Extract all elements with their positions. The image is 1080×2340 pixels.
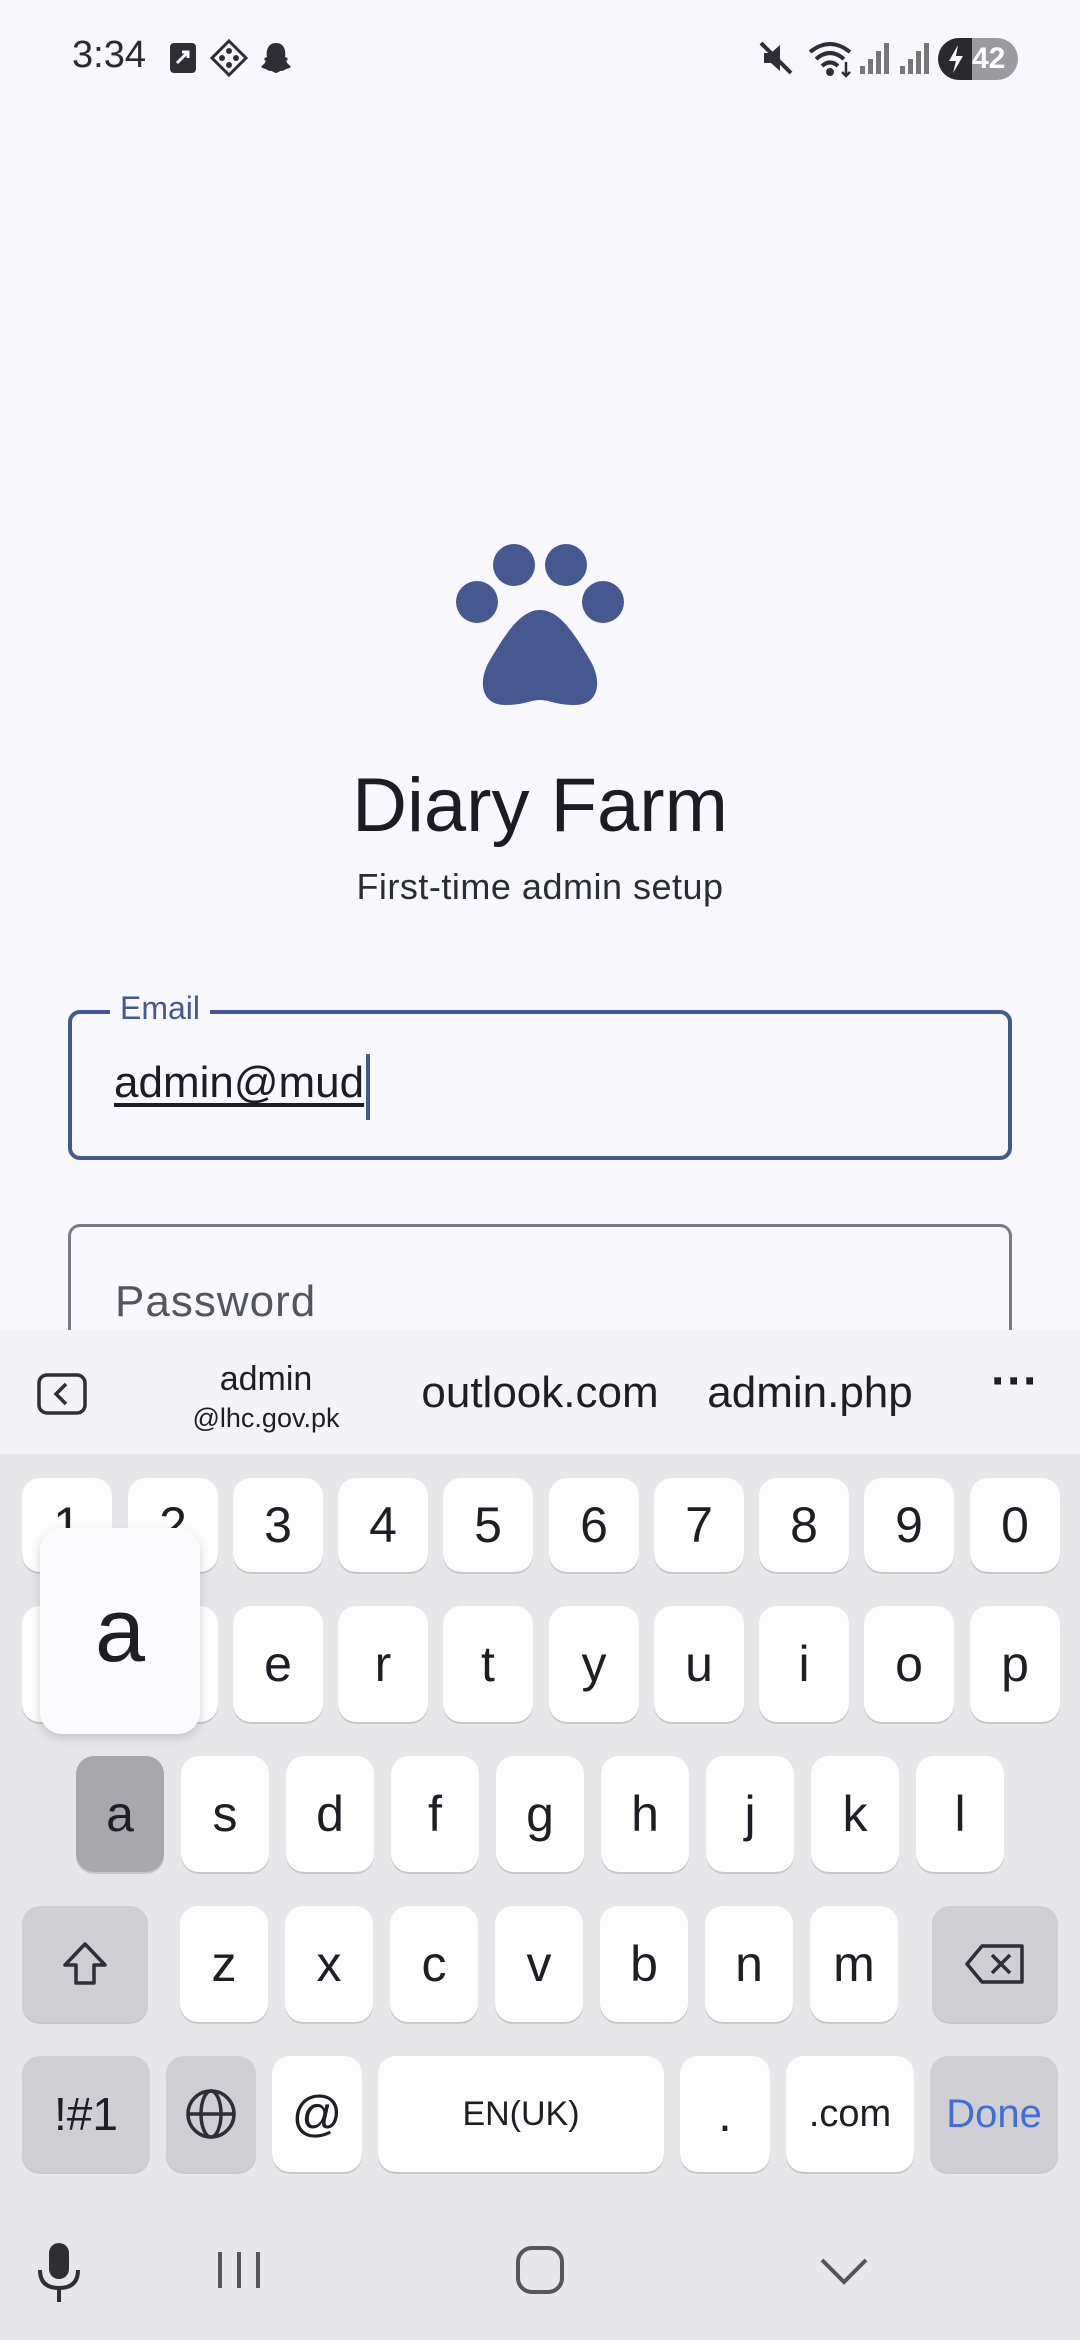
key-c[interactable]: c: [390, 1906, 478, 2022]
wifi-icon: [806, 38, 854, 78]
password-placeholder: Password: [115, 1277, 317, 1326]
key-k[interactable]: k: [811, 1756, 899, 1872]
at-key[interactable]: @: [272, 2056, 362, 2172]
key-m[interactable]: m: [810, 1906, 898, 2022]
status-bar: 3:34 42: [0, 0, 1080, 120]
key-7[interactable]: 7: [654, 1478, 744, 1572]
shift-key[interactable]: [22, 1906, 148, 2022]
shift-icon: [63, 1942, 107, 1985]
key-z[interactable]: z: [180, 1906, 268, 2022]
suggestion-bar: admin @lhc.gov.pk outlook.com admin.php …: [0, 1330, 1080, 1454]
key-g[interactable]: g: [496, 1756, 584, 1872]
snapchat-icon: [258, 38, 294, 78]
dice-icon: [210, 38, 248, 78]
key-popup: a: [40, 1528, 200, 1734]
key-s[interactable]: s: [181, 1756, 269, 1872]
chevron-left-icon[interactable]: [36, 1372, 88, 1421]
app-subtitle: First-time admin setup: [356, 866, 724, 907]
key-u[interactable]: u: [654, 1606, 744, 1722]
signal-icon: [858, 38, 892, 78]
email-field[interactable]: Email admin@mud: [68, 990, 1012, 1160]
key-r[interactable]: r: [338, 1606, 428, 1722]
globe-icon: [186, 2089, 236, 2139]
period-key[interactable]: .: [680, 2056, 770, 2172]
space-key[interactable]: EN(UK): [378, 2056, 664, 2172]
battery-charging-icon: 42: [938, 38, 1018, 80]
key-f[interactable]: f: [391, 1756, 479, 1872]
key-8[interactable]: 8: [759, 1478, 849, 1572]
text-caret: [366, 1054, 370, 1120]
key-9[interactable]: 9: [864, 1478, 954, 1572]
key-p[interactable]: p: [970, 1606, 1060, 1722]
key-v[interactable]: v: [495, 1906, 583, 2022]
paw-icon: [450, 540, 630, 715]
key-x[interactable]: x: [285, 1906, 373, 2022]
recent-apps-icon[interactable]: [214, 2248, 264, 2297]
key-t[interactable]: t: [443, 1606, 533, 1722]
email-label: Email: [110, 990, 211, 1027]
backspace-icon: [965, 1944, 1024, 1984]
language-key[interactable]: [166, 2056, 256, 2172]
key-6[interactable]: 6: [549, 1478, 639, 1572]
suggestion-3[interactable]: admin.php: [690, 1368, 930, 1418]
backspace-key[interactable]: [932, 1906, 1058, 2022]
key-a[interactable]: a: [76, 1756, 164, 1872]
key-n[interactable]: n: [705, 1906, 793, 2022]
key-y[interactable]: y: [549, 1606, 639, 1722]
app-title: Diary Farm: [352, 763, 728, 848]
key-d[interactable]: d: [286, 1756, 374, 1872]
key-5[interactable]: 5: [443, 1478, 533, 1572]
key-h[interactable]: h: [601, 1756, 689, 1872]
key-e[interactable]: e: [233, 1606, 323, 1722]
navigation-bar: [0, 2200, 1080, 2340]
more-suggestions-icon[interactable]: ···: [980, 1354, 1050, 1409]
email-input[interactable]: admin@mud: [114, 1058, 364, 1108]
key-i[interactable]: i: [759, 1606, 849, 1722]
key-4[interactable]: 4: [338, 1478, 428, 1572]
done-key[interactable]: Done: [930, 2056, 1058, 2172]
home-icon[interactable]: [514, 2244, 566, 2301]
microphone-icon[interactable]: [34, 2240, 84, 2311]
battery-percent: 42: [972, 42, 1006, 75]
key-b[interactable]: b: [600, 1906, 688, 2022]
suggestion-2[interactable]: outlook.com: [400, 1368, 680, 1418]
key-3[interactable]: 3: [233, 1478, 323, 1572]
key-j[interactable]: j: [706, 1756, 794, 1872]
mute-icon: [756, 38, 796, 78]
dotcom-key[interactable]: .com: [786, 2056, 914, 2172]
signal-icon: [898, 38, 932, 78]
call-forward-icon: [168, 38, 198, 78]
key-l[interactable]: l: [916, 1756, 1004, 1872]
chevron-down-icon[interactable]: [816, 2254, 872, 2293]
key-0[interactable]: 0: [970, 1478, 1060, 1572]
symbols-key[interactable]: !#1: [22, 2056, 150, 2172]
key-o[interactable]: o: [864, 1606, 954, 1722]
status-time: 3:34: [72, 34, 146, 76]
suggestion-1[interactable]: admin @lhc.gov.pk: [176, 1360, 356, 1434]
